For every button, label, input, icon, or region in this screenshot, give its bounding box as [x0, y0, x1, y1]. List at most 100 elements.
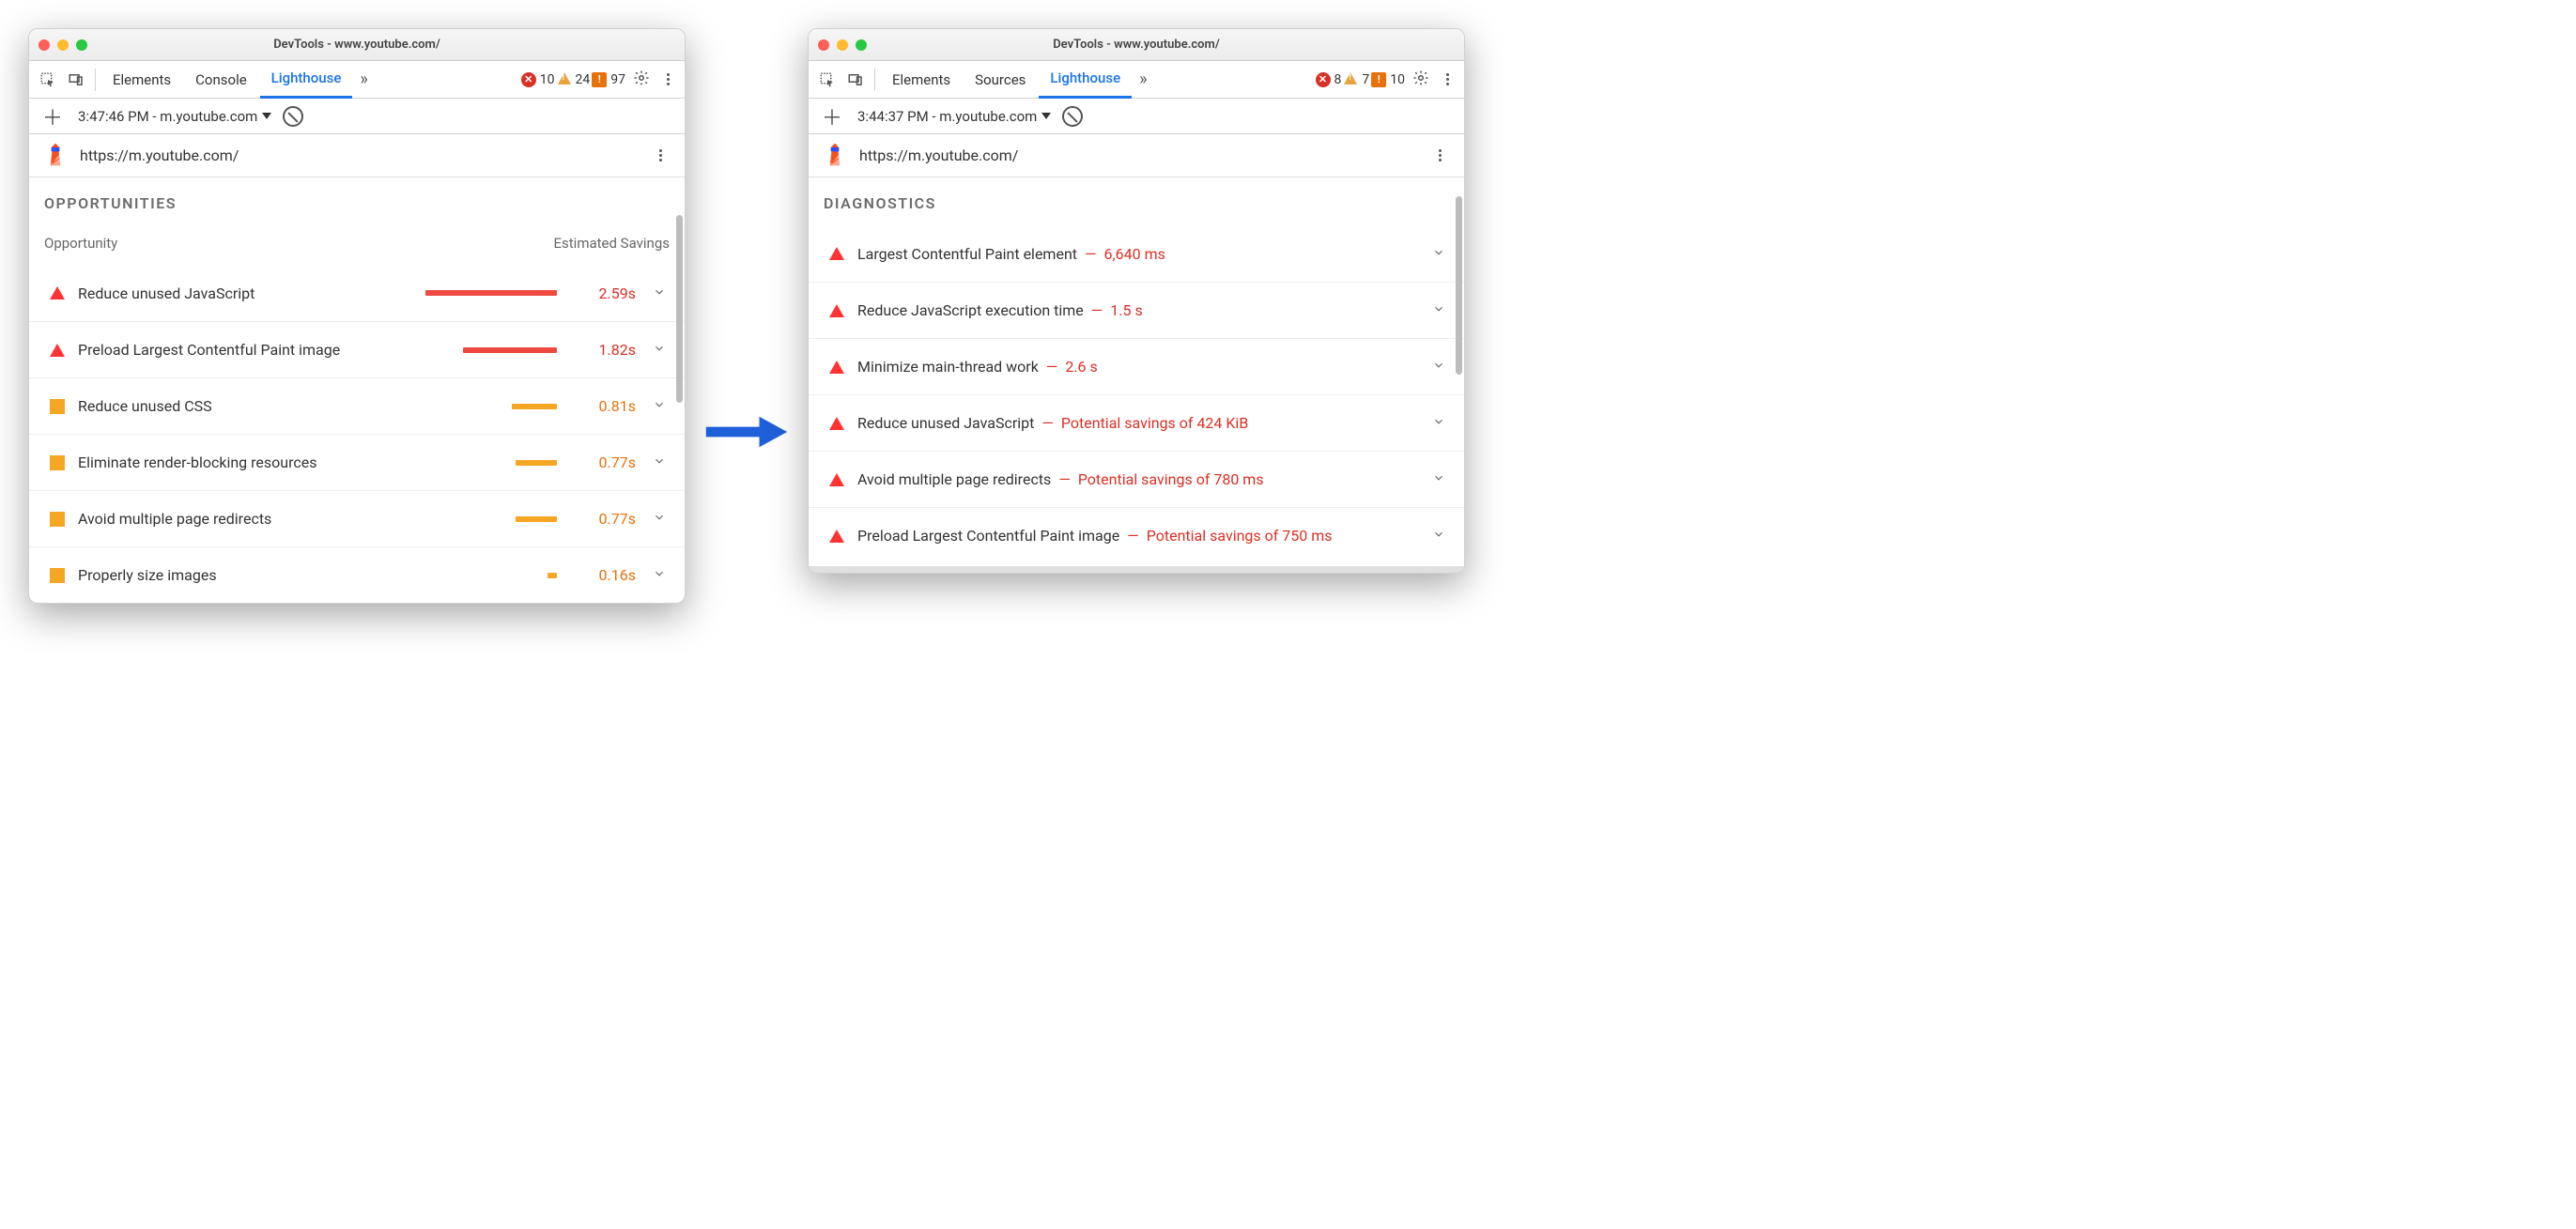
savings-bar	[516, 460, 557, 466]
caret-down-icon	[1041, 113, 1051, 119]
savings-value: 0.16s	[570, 566, 636, 584]
new-report-button[interactable]: ＋	[39, 101, 67, 131]
tab-lighthouse[interactable]: Lighthouse	[1039, 61, 1132, 99]
opportunity-label: Reduce unused JavaScript	[78, 284, 255, 302]
more-tabs-icon[interactable]: »	[1134, 69, 1152, 89]
chevron-down-icon[interactable]	[1428, 358, 1449, 376]
maximize-window-button[interactable]	[76, 39, 87, 51]
clear-button[interactable]	[283, 106, 303, 127]
opportunity-row[interactable]: Eliminate render-blocking resources0.77s	[29, 434, 685, 490]
more-tabs-icon[interactable]: »	[354, 69, 373, 89]
diagnostic-title: Avoid multiple page redirects — Potentia…	[857, 470, 1264, 488]
scrollbar-horizontal[interactable]	[809, 566, 1464, 573]
severity-fail-icon	[829, 417, 844, 430]
divider	[874, 69, 875, 91]
opportunity-label: Reduce unused CSS	[78, 397, 212, 415]
opportunity-row[interactable]: Reduce unused JavaScript 2.59s	[29, 265, 685, 321]
device-toolbar-icon[interactable]	[63, 67, 89, 93]
chevron-down-icon[interactable]	[649, 510, 670, 528]
chevron-down-icon[interactable]	[649, 397, 670, 415]
maximize-window-button[interactable]	[856, 39, 867, 51]
clear-button[interactable]	[1062, 106, 1083, 127]
settings-icon[interactable]	[627, 69, 656, 90]
severity-average-icon	[50, 399, 65, 414]
metric-separator: —	[1058, 470, 1071, 488]
error-badge[interactable]: ✕ 10	[521, 72, 555, 87]
report-label: 3:47:46 PM - m.youtube.com	[78, 108, 257, 125]
error-badge[interactable]: ✕ 8	[1316, 72, 1342, 87]
chevron-down-icon[interactable]	[1428, 527, 1449, 545]
tab-elements[interactable]: Elements	[101, 61, 182, 99]
titlebar: DevTools - www.youtube.com/	[29, 29, 685, 61]
tab-console[interactable]: Console	[184, 61, 258, 99]
report-menu-icon[interactable]	[1429, 149, 1451, 161]
warning-badge[interactable]: 24	[557, 72, 591, 87]
diagnostic-title: Reduce JavaScript execution time — 1.5 s	[857, 301, 1143, 319]
device-toolbar-icon[interactable]	[842, 67, 869, 93]
tab-sources[interactable]: Sources	[964, 61, 1037, 99]
tab-elements[interactable]: Elements	[881, 61, 962, 99]
opportunity-row[interactable]: Preload Largest Contentful Paint image1.…	[29, 321, 685, 377]
section-opportunities-heading: OPPORTUNITIES	[29, 177, 685, 225]
minimize-window-button[interactable]	[837, 39, 848, 51]
opportunity-row[interactable]: Avoid multiple page redirects0.77s	[29, 490, 685, 546]
scrollbar-vertical[interactable]	[1456, 177, 1462, 573]
opportunity-row[interactable]: Properly size images0.16s	[29, 546, 685, 603]
inspect-icon[interactable]	[814, 67, 841, 93]
close-window-button[interactable]	[39, 39, 50, 51]
metric-separator: —	[1091, 301, 1103, 319]
diagnostic-row[interactable]: Reduce unused JavaScript — Potential sav…	[809, 394, 1464, 451]
scrollbar-vertical[interactable]	[676, 177, 683, 603]
chevron-down-icon[interactable]	[1428, 414, 1449, 432]
info-badge[interactable]: ! 97	[592, 72, 625, 87]
diagnostic-row[interactable]: Avoid multiple page redirects — Potentia…	[809, 451, 1464, 507]
diagnostic-label: Reduce JavaScript execution time	[857, 301, 1084, 319]
scroll-thumb[interactable]	[676, 215, 683, 403]
opportunity-label: Eliminate render-blocking resources	[78, 453, 316, 471]
diagnostic-title: Preload Largest Contentful Paint image —…	[857, 527, 1333, 545]
info-badge[interactable]: ! 10	[1371, 72, 1405, 87]
diagnostic-row[interactable]: Minimize main-thread work — 2.6 s	[809, 338, 1464, 394]
settings-icon[interactable]	[1407, 69, 1435, 90]
close-window-button[interactable]	[818, 39, 829, 51]
diagnostic-metric: Potential savings of 750 ms	[1147, 527, 1333, 545]
chevron-down-icon[interactable]	[649, 341, 670, 359]
devtools-tabs-row: Elements Sources Lighthouse » ✕ 8 7 ! 10	[809, 61, 1464, 99]
col-savings: Estimated Savings	[554, 235, 671, 252]
inspect-icon[interactable]	[35, 67, 61, 93]
diagnostic-row[interactable]: Preload Largest Contentful Paint image —…	[809, 507, 1464, 563]
transition-arrow-icon	[704, 413, 789, 454]
savings-value: 1.82s	[570, 341, 636, 359]
severity-fail-icon	[829, 473, 844, 486]
report-dropdown[interactable]: 3:44:37 PM - m.youtube.com	[857, 108, 1051, 125]
warning-badge[interactable]: 7	[1343, 72, 1369, 87]
metric-separator: —	[1085, 245, 1097, 263]
opportunity-row[interactable]: Reduce unused CSS0.81s	[29, 377, 685, 434]
chevron-down-icon[interactable]	[649, 453, 670, 471]
report-dropdown[interactable]: 3:47:46 PM - m.youtube.com	[78, 108, 271, 125]
chevron-down-icon[interactable]	[649, 284, 670, 302]
severity-average-icon	[50, 568, 65, 583]
error-count: 10	[540, 72, 555, 87]
overflow-menu-icon[interactable]	[657, 73, 679, 85]
diagnostic-row[interactable]: Largest Contentful Paint element — 6,640…	[809, 225, 1464, 282]
chevron-down-icon[interactable]	[1428, 470, 1449, 488]
diagnostic-metric: 6,640 ms	[1104, 245, 1165, 263]
audited-url: https://m.youtube.com/	[80, 146, 239, 164]
savings-bar-wrap	[225, 404, 557, 409]
audited-url: https://m.youtube.com/	[859, 146, 1018, 164]
report-menu-icon[interactable]	[650, 149, 671, 161]
overflow-menu-icon[interactable]	[1437, 73, 1458, 85]
chevron-down-icon[interactable]	[649, 566, 670, 584]
lighthouse-logo-icon	[822, 141, 848, 171]
minimize-window-button[interactable]	[57, 39, 69, 51]
titlebar: DevTools - www.youtube.com/	[809, 29, 1464, 61]
scroll-thumb[interactable]	[1456, 196, 1462, 375]
chevron-down-icon[interactable]	[1428, 245, 1449, 263]
tab-lighthouse[interactable]: Lighthouse	[260, 61, 353, 99]
chevron-down-icon[interactable]	[1428, 301, 1449, 319]
savings-value: 2.59s	[570, 284, 636, 302]
caret-down-icon	[262, 113, 271, 119]
new-report-button[interactable]: ＋	[818, 101, 846, 131]
diagnostic-row[interactable]: Reduce JavaScript execution time — 1.5 s	[809, 282, 1464, 338]
